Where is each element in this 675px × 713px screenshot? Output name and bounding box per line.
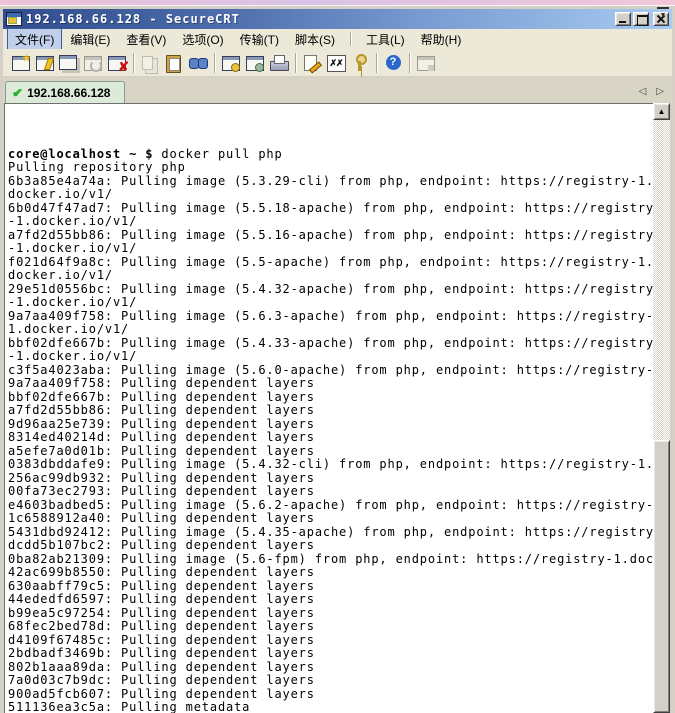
scrollbar-thumb[interactable] (653, 440, 670, 713)
connect-tab-icon[interactable] (57, 52, 81, 74)
terminal-line: 9a7aa409f758: Pulling image (5.6.3-apach… (8, 310, 653, 324)
menu-item-transfer[interactable]: 传输(T) (233, 29, 286, 50)
toolbar-separator (214, 53, 215, 73)
copy-icon (138, 52, 162, 74)
terminal-line: 6b0d47f47ad7: Pulling image (5.5.18-apac… (8, 202, 653, 216)
raw-log-icon[interactable] (243, 52, 267, 74)
terminal-line: b99ea5c97254: Pulling dependent layers (8, 607, 653, 621)
terminal-line: 1.docker.io/v1/ (8, 323, 653, 337)
terminal-line: 0383dbddafe9: Pulling image (5.4.32-cli)… (8, 458, 653, 472)
context-help-icon (414, 52, 438, 74)
terminal-line: 7a0d03c7b9dc: Pulling dependent layers (8, 674, 653, 688)
toolbar-separator (376, 53, 377, 73)
print-icon[interactable] (267, 52, 291, 74)
terminal-line: 29e51d0556bc: Pulling image (5.4.32-apac… (8, 283, 653, 297)
terminal-line: 9a7aa409f758: Pulling dependent layers (8, 377, 653, 391)
properties-icon[interactable] (300, 52, 324, 74)
session-options-icon[interactable]: ✗✗ (324, 52, 348, 74)
menubar: 文件(F)编辑(E)查看(V)选项(O)传输(T)脚本(S) 工具(L)帮助(H) (3, 29, 672, 49)
tab-scroll-left-icon[interactable]: ◁ (639, 86, 647, 97)
disconnect-icon[interactable]: ✘ (105, 52, 129, 74)
menu-item-tools[interactable]: 工具(L) (359, 29, 412, 50)
toolbar-separator (409, 53, 410, 73)
terminal-line: Pulling repository php (8, 161, 653, 175)
terminal-line: -1.docker.io/v1/ (8, 242, 653, 256)
terminal-line: c3f5a4023aba: Pulling image (5.6.0-apach… (8, 364, 653, 378)
terminal-prompt-line: core@localhost ~ $ docker pull php (8, 148, 653, 162)
shell-command: docker pull php (161, 147, 282, 161)
menu-item-edit[interactable]: 编辑(E) (63, 29, 117, 50)
terminal-line: e4603badbed5: Pulling image (5.6.2-apach… (8, 499, 653, 513)
terminal-line: 900ad5fcb607: Pulling dependent layers (8, 688, 653, 702)
toolbar-overflow-button[interactable]: ▼ (657, 7, 669, 21)
terminal-line: a7fd2d55bb86: Pulling dependent layers (8, 404, 653, 418)
terminal-screen[interactable]: core@localhost ~ $ docker pull phpPullin… (4, 103, 653, 713)
window-title: 192.168.66.128 - SecureCRT (26, 12, 240, 26)
terminal-line: 256ac99db932: Pulling dependent layers (8, 472, 653, 486)
toolbar-separator (133, 53, 134, 73)
terminal-line: -1.docker.io/v1/ (8, 296, 653, 310)
terminal-line: docker.io/v1/ (8, 269, 653, 283)
terminal-area: core@localhost ~ $ docker pull phpPullin… (4, 103, 670, 713)
terminal-line: 802b1aaa89da: Pulling dependent layers (8, 661, 653, 675)
terminal-line: a5efe7a0d01b: Pulling dependent layers (8, 445, 653, 459)
session-tab-label: 192.168.66.128 (27, 86, 110, 100)
log-session-icon[interactable] (219, 52, 243, 74)
terminal-line: 9d96aa25e739: Pulling dependent layers (8, 418, 653, 432)
reconnect-icon (81, 52, 105, 74)
terminal-line: 1c6588912a40: Pulling dependent layers (8, 512, 653, 526)
terminal-blank-line (8, 134, 653, 148)
securecrt-app-icon (6, 12, 22, 26)
menu-item-script[interactable]: 脚本(S) (288, 29, 342, 50)
terminal-blank-line (8, 107, 653, 121)
menu-separator (350, 32, 351, 46)
shell-prompt: core@localhost ~ $ (8, 147, 161, 161)
terminal-line: dcdd5b107bc2: Pulling dependent layers (8, 539, 653, 553)
key-icon[interactable] (348, 52, 372, 74)
quick-connect-icon[interactable] (9, 52, 33, 74)
scrollbar-up-button[interactable]: ▲ (653, 103, 670, 120)
securecrt-window: 192.168.66.128 - SecureCRT 文件(F)编辑(E)查看(… (0, 0, 675, 713)
menu-item-view[interactable]: 查看(V) (119, 29, 173, 50)
session-tab[interactable]: ✔ 192.168.66.128 (5, 81, 125, 103)
titlebar[interactable]: 192.168.66.128 - SecureCRT (3, 9, 672, 29)
terminal-line: 68fec2bed78d: Pulling dependent layers (8, 620, 653, 634)
terminal-line: 5431dbd92412: Pulling image (5.4.35-apac… (8, 526, 653, 540)
menu-item-file[interactable]: 文件(F) (8, 29, 61, 50)
menu-item-help[interactable]: 帮助(H) (414, 29, 469, 50)
find-icon[interactable] (186, 52, 210, 74)
terminal-line: 44ededfd6597: Pulling dependent layers (8, 593, 653, 607)
terminal-line: 2bdbadf3469b: Pulling dependent layers (8, 647, 653, 661)
terminal-line: 0ba82ab21309: Pulling image (5.6-fpm) fr… (8, 553, 653, 567)
terminal-line: f021d64f9a8c: Pulling image (5.5-apache)… (8, 256, 653, 270)
terminal-line: bbf02dfe667b: Pulling image (5.4.33-apac… (8, 337, 653, 351)
terminal-line: docker.io/v1/ (8, 188, 653, 202)
terminal-line: -1.docker.io/v1/ (8, 350, 653, 364)
terminal-line: -1.docker.io/v1/ (8, 215, 653, 229)
tabbar: ✔ 192.168.66.128 ◁ ▷ (3, 78, 672, 103)
connected-check-icon: ✔ (12, 86, 22, 100)
terminal-line: 42ac699b8550: Pulling dependent layers (8, 566, 653, 580)
terminal-line: 511136ea3c5a: Pulling metadata (8, 701, 653, 713)
terminal-line: bbf02dfe667b: Pulling dependent layers (8, 391, 653, 405)
connect-icon[interactable] (33, 52, 57, 74)
menu-item-options[interactable]: 选项(O) (175, 29, 230, 50)
minimize-button[interactable] (615, 12, 631, 26)
tab-scroll-right-icon[interactable]: ▷ (656, 86, 664, 97)
toolbar: ✘ ✗✗? (3, 49, 672, 77)
scrollbar: ▲ (653, 103, 670, 713)
terminal-line: 630aabff79c5: Pulling dependent layers (8, 580, 653, 594)
terminal-line: d4109f67485c: Pulling dependent layers (8, 634, 653, 648)
background-window-edge (0, 0, 675, 6)
terminal-line: a7fd2d55bb86: Pulling image (5.5.16-apac… (8, 229, 653, 243)
terminal-line: 00fa73ec2793: Pulling dependent layers (8, 485, 653, 499)
maximize-button[interactable] (633, 12, 649, 26)
help-icon[interactable]: ? (381, 52, 405, 74)
toolbar-separator (295, 53, 296, 73)
paste-icon[interactable] (162, 52, 186, 74)
scrollbar-track[interactable] (653, 120, 670, 713)
terminal-line: 6b3a85e4a74a: Pulling image (5.3.29-cli)… (8, 175, 653, 189)
terminal-blank-line (8, 121, 653, 135)
terminal-line: 8314ed40214d: Pulling dependent layers (8, 431, 653, 445)
